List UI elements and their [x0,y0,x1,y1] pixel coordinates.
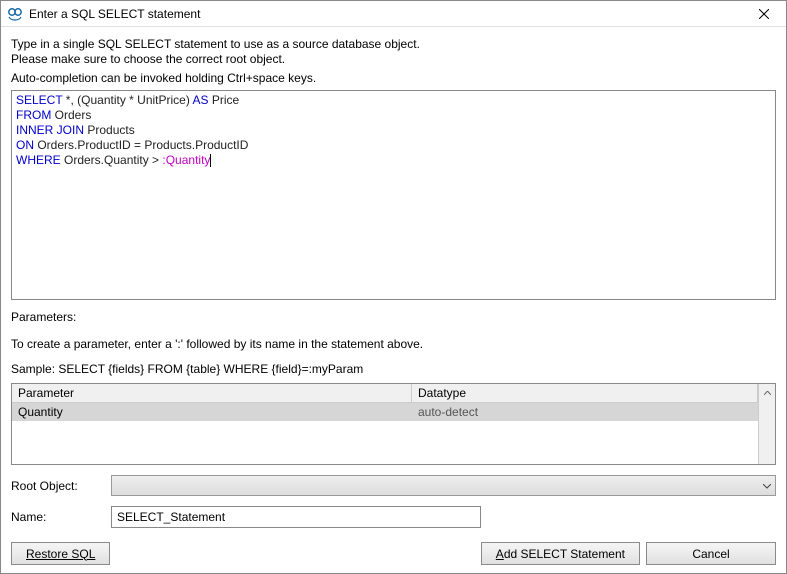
table-scrollbar[interactable] [758,384,775,464]
intro-line-3: Auto-completion can be invoked holding C… [11,71,776,86]
window-title: Enter a SQL SELECT statement [29,7,741,21]
close-icon [759,9,769,19]
cell-parameter: Quantity [12,403,412,421]
restore-sql-label: Restore SQL [26,547,95,561]
root-object-dropdown[interactable] [111,475,776,496]
sql-editor[interactable]: SELECT *, (Quantity * UnitPrice) AS Pric… [11,90,776,300]
dialog-window: Enter a SQL SELECT statement Type in a s… [0,0,787,574]
cell-datatype: auto-detect [412,403,758,421]
root-object-row: Root Object: [11,475,776,496]
intro-line-2: Please make sure to choose the correct r… [11,52,776,67]
parameters-table: Parameter Datatype Quantity auto-detect [11,383,776,465]
cancel-button[interactable]: Cancel [646,542,776,565]
parameters-heading: Parameters: [11,310,776,325]
dialog-content: Type in a single SQL SELECT statement to… [1,27,786,573]
name-row: Name: [11,506,776,528]
column-header-parameter[interactable]: Parameter [12,384,412,403]
table-row[interactable]: Quantity auto-detect [12,403,758,421]
root-object-label: Root Object: [11,479,111,493]
name-input[interactable] [111,506,481,528]
scroll-up-icon[interactable] [759,384,776,401]
intro-line-1: Type in a single SQL SELECT statement to… [11,37,776,52]
app-icon [7,6,23,22]
table-header: Parameter Datatype [12,384,758,403]
name-label: Name: [11,510,111,524]
restore-sql-button[interactable]: Restore SQL [11,542,110,565]
button-bar: Restore SQL Add SELECT Statement Cancel [11,542,776,565]
parameters-hint: To create a parameter, enter a ':' follo… [11,337,776,352]
parameters-sample: Sample: SELECT {fields} FROM {table} WHE… [11,362,776,377]
chevron-down-icon [763,481,771,491]
column-header-datatype[interactable]: Datatype [412,384,758,403]
titlebar: Enter a SQL SELECT statement [1,1,786,27]
add-select-button[interactable]: Add SELECT Statement [481,542,640,565]
close-button[interactable] [741,1,786,26]
